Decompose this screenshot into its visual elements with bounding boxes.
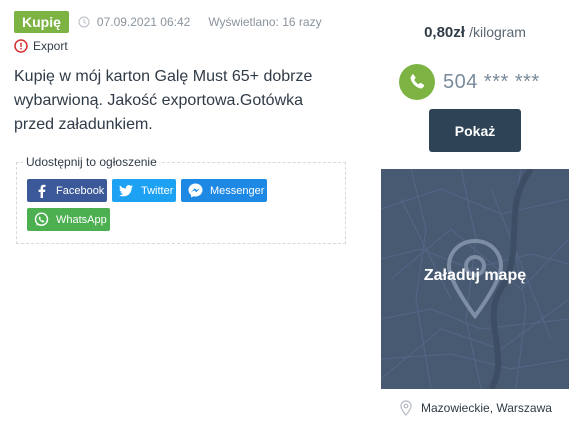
listing-views: Wyświetlano: 16 razy	[208, 15, 322, 29]
twitter-share-button[interactable]: Twitter	[112, 179, 176, 202]
twitter-label: Twitter	[141, 184, 174, 197]
twitter-icon	[118, 183, 134, 199]
messenger-icon	[187, 183, 203, 199]
listing-meta: Kupię 07.09.2021 06:42 Wyświetlano: 16 r…	[14, 10, 354, 34]
facebook-icon	[33, 183, 49, 199]
listing-tag: Export	[14, 38, 354, 54]
price: 0,80zł /kilogram	[381, 24, 569, 41]
location-text: Mazowieckie, Warszawa	[421, 401, 552, 415]
show-phone-button[interactable]: Pokaż	[429, 109, 521, 152]
whatsapp-icon	[33, 212, 49, 228]
messenger-label: Messenger	[210, 184, 265, 197]
messenger-share-button[interactable]: Messenger	[181, 179, 267, 202]
map-placeholder[interactable]: Załaduj mapę	[381, 169, 569, 389]
listing-date: 07.09.2021 06:42	[96, 15, 191, 29]
location: Mazowieckie, Warszawa	[399, 400, 552, 416]
facebook-share-button[interactable]: Facebook	[27, 179, 107, 202]
clock-icon	[78, 16, 90, 28]
share-title: Udostępnij to ogłoszenie	[23, 155, 160, 169]
phone-icon	[399, 64, 435, 100]
listing-details: Kupię 07.09.2021 06:42 Wyświetlano: 16 r…	[14, 10, 354, 137]
whatsapp-label: WhatsApp	[56, 213, 107, 226]
whatsapp-share-button[interactable]: WhatsApp	[27, 208, 110, 231]
share-box: Udostępnij to ogłoszenie Facebook Twitte…	[16, 155, 346, 244]
location-pin-icon	[400, 400, 412, 416]
price-value: 0,80zł	[424, 24, 465, 41]
phone-number: 504 *** ***	[443, 70, 540, 93]
alert-circle-icon	[14, 39, 28, 53]
tag-label: Export	[33, 39, 68, 53]
price-unit: /kilogram	[469, 24, 526, 40]
phone-row: 504 *** ***	[399, 64, 569, 100]
listing-description: Kupię w mój karton Galę Must 65+ dobrze …	[14, 68, 313, 133]
listing-type-badge: Kupię	[14, 11, 69, 33]
facebook-label: Facebook	[56, 184, 105, 197]
load-map-label: Załaduj mapę	[423, 267, 527, 284]
